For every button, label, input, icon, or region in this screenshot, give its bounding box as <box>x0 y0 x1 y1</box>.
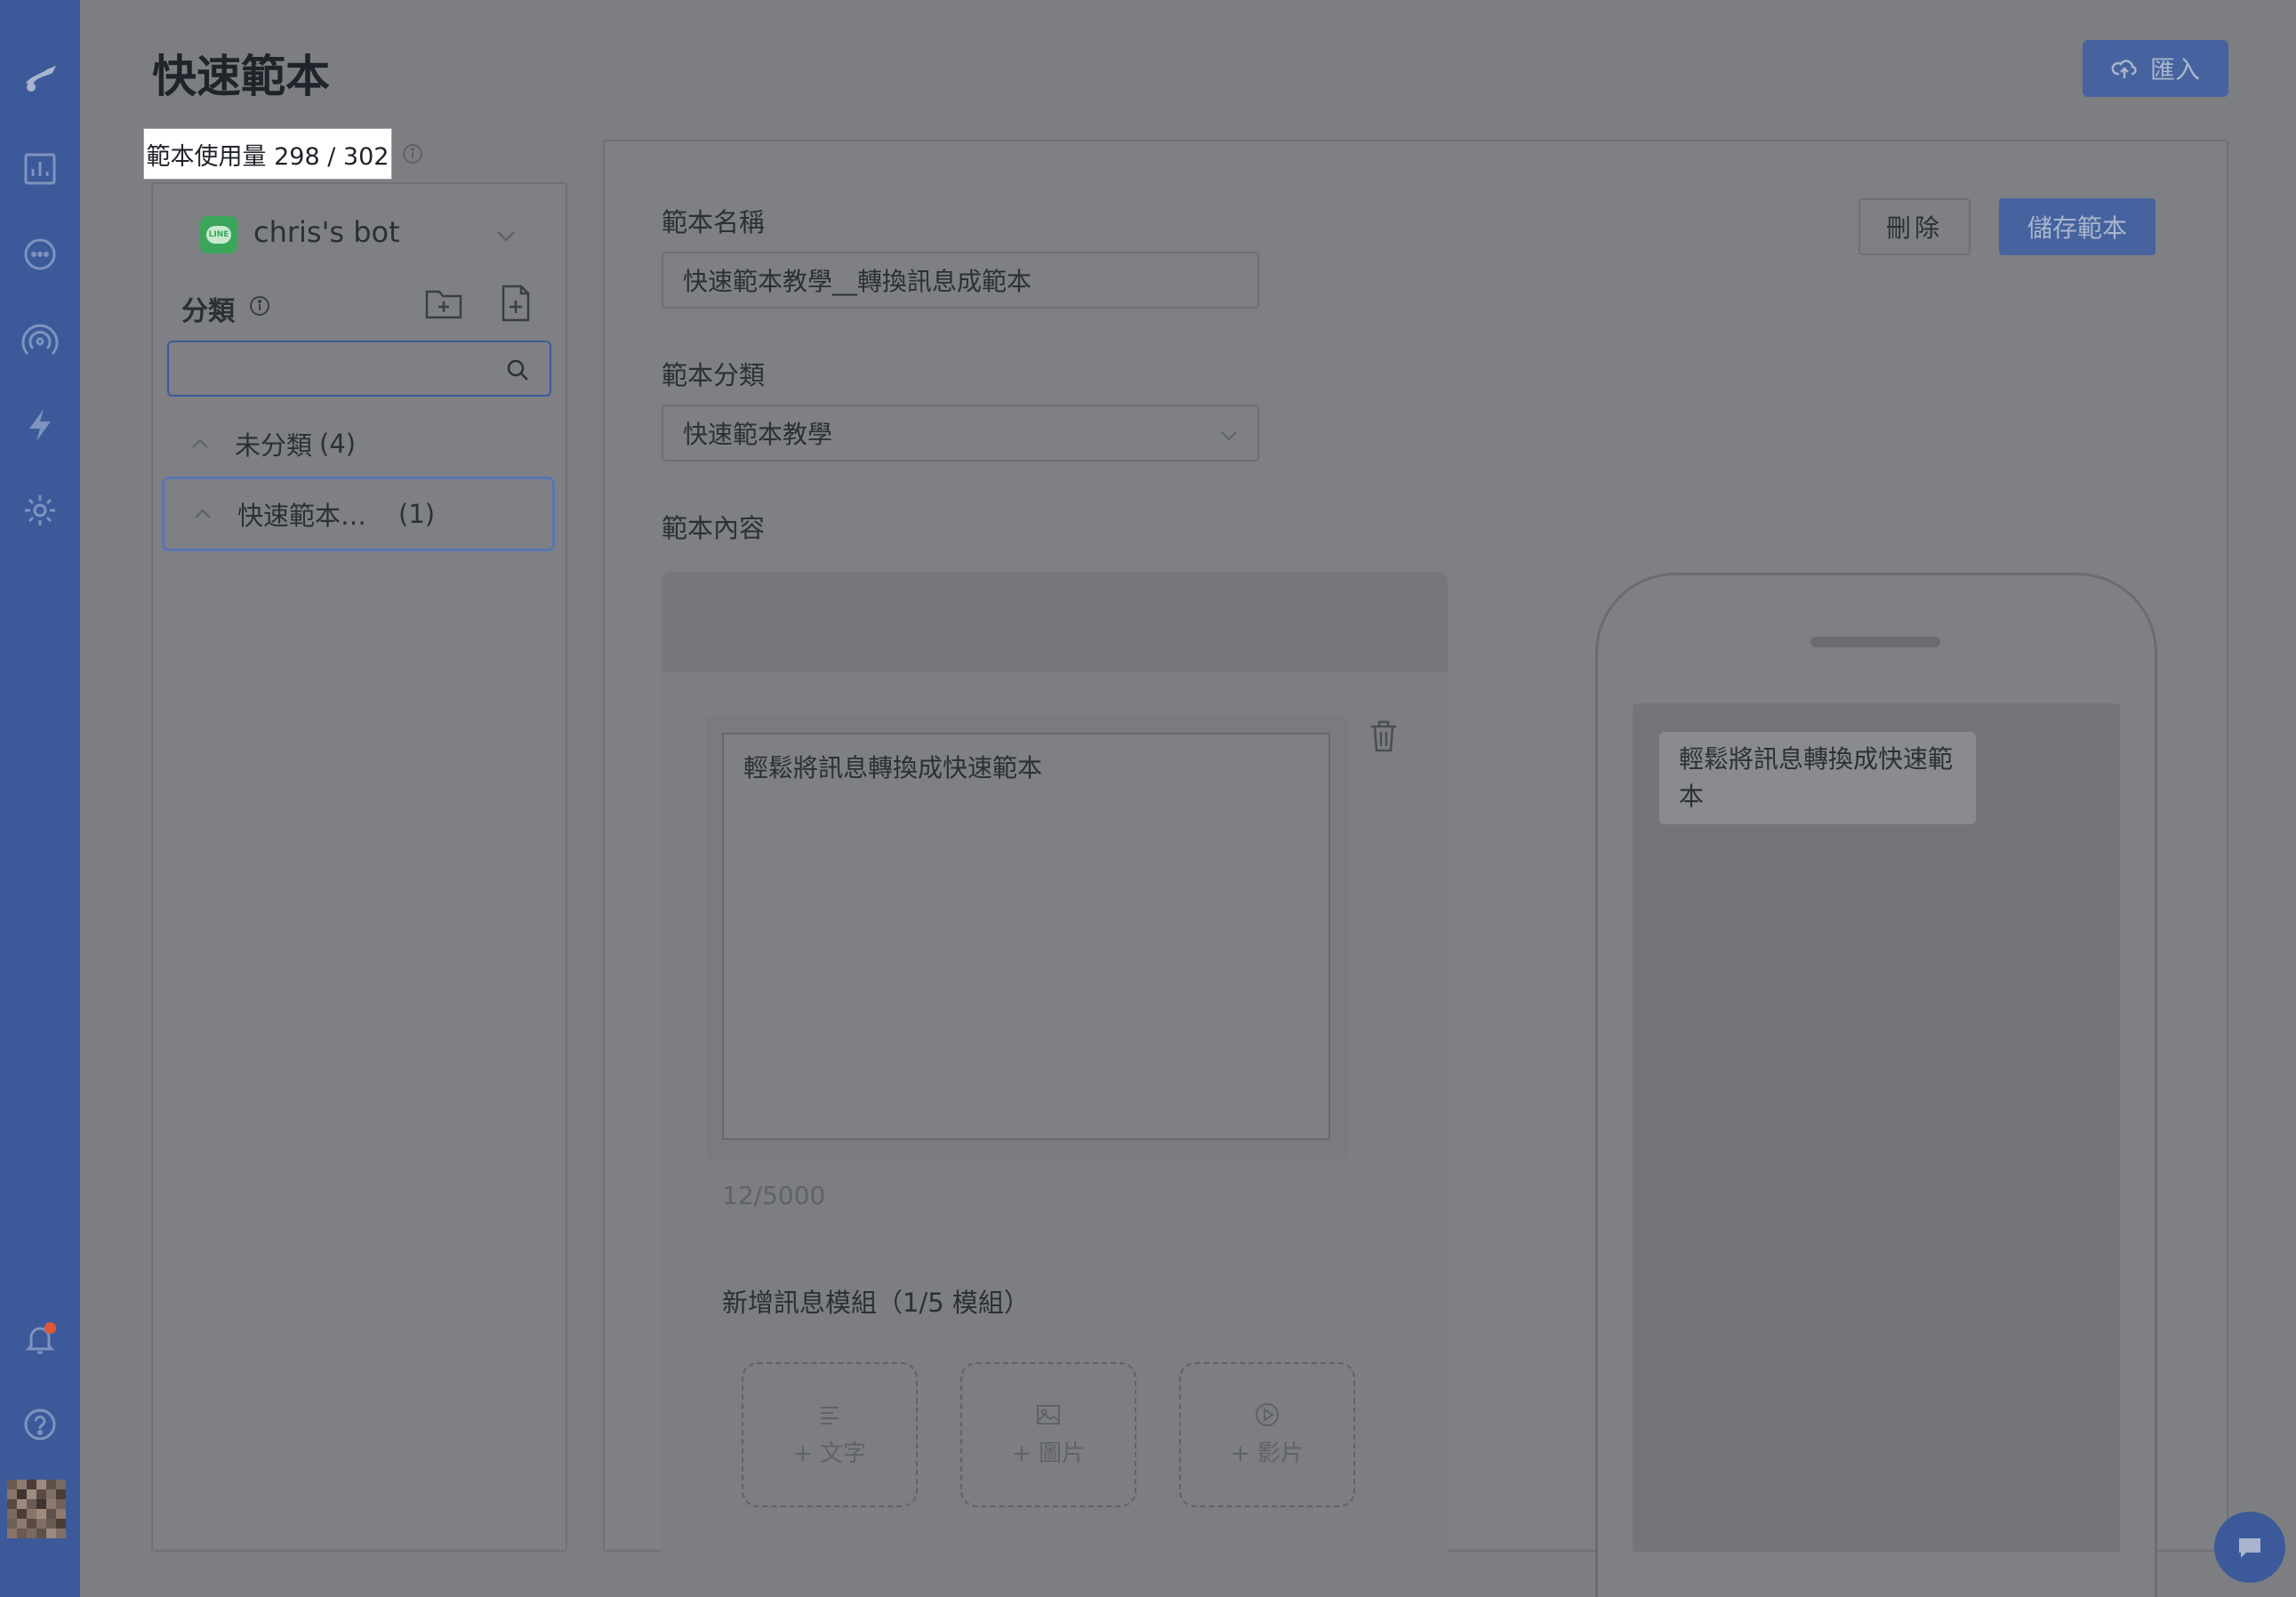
settings-icon[interactable] <box>15 486 65 535</box>
category-label: 分類 <box>181 296 235 327</box>
add-module-label: 新增訊息模組（1/5 模組） <box>722 1288 1030 1318</box>
chevron-up-icon[interactable] <box>190 434 210 453</box>
notification-dot <box>44 1322 56 1334</box>
category-item-uncategorized[interactable]: 未分類 (4) <box>162 406 555 481</box>
chat-icon[interactable] <box>15 229 65 279</box>
category-search[interactable] <box>167 341 551 397</box>
delete-button[interactable]: 刪除 <box>1858 198 1971 255</box>
character-counter: 12/5000 <box>722 1181 826 1210</box>
trash-icon[interactable] <box>1368 718 1400 754</box>
category-search-input[interactable] <box>180 351 494 389</box>
message-card-header <box>662 572 1448 671</box>
image-icon <box>1037 1405 1060 1424</box>
category-item-name: 快速範本… <box>237 501 367 531</box>
search-icon[interactable] <box>505 357 530 382</box>
analytics-icon[interactable] <box>15 144 65 194</box>
add-image-module-button[interactable]: + 圖片 <box>960 1362 1136 1507</box>
avatar[interactable] <box>7 1480 66 1538</box>
bot-selector-name[interactable]: chris's bot <box>253 215 400 249</box>
chat-bubble-icon <box>2239 1538 2260 1558</box>
info-icon[interactable] <box>247 293 272 318</box>
add-text-module-button[interactable]: + 文字 <box>742 1362 918 1507</box>
line-logo-icon: LINE <box>200 216 237 253</box>
add-video-module-button[interactable]: + 影片 <box>1179 1362 1355 1507</box>
template-category-select[interactable]: 快速範本教學 <box>662 405 1259 461</box>
template-name-label: 範本名稱 <box>662 207 766 237</box>
phone-screen <box>1633 703 2120 1552</box>
logo-icon[interactable] <box>15 52 65 101</box>
import-button[interactable]: 匯入 <box>2083 40 2228 97</box>
automation-icon[interactable] <box>15 400 65 450</box>
chevron-down-icon[interactable] <box>494 224 518 247</box>
template-category-value: 快速範本教學 <box>683 420 833 449</box>
video-icon <box>1256 1403 1279 1426</box>
cloud-upload-icon <box>2111 60 2137 78</box>
category-item-name: 未分類 <box>235 430 313 461</box>
phone-speaker <box>1810 637 1940 647</box>
template-name-input[interactable]: 快速範本教學__轉換訊息成範本 <box>662 252 1259 309</box>
broadcast-icon[interactable] <box>15 315 65 365</box>
add-video-label: + 影片 <box>1230 1441 1305 1467</box>
template-category-label: 範本分類 <box>662 360 766 390</box>
message-textarea[interactable]: 輕鬆將訊息轉換成快速範本 <box>722 733 1330 1140</box>
category-item-quick-template[interactable]: 快速範本… (1) <box>162 477 555 551</box>
line-badge: LINE <box>206 226 231 244</box>
category-item-count: (4) <box>319 429 357 459</box>
template-usage-label: 範本使用量 298 / 302 <box>143 128 392 180</box>
text-icon <box>821 1407 839 1424</box>
chevron-up-icon[interactable] <box>193 504 213 524</box>
add-folder-icon[interactable] <box>423 285 464 322</box>
chevron-down-icon[interactable] <box>1218 425 1240 446</box>
support-chat-button[interactable] <box>2214 1512 2285 1583</box>
info-icon[interactable] <box>400 141 425 166</box>
notification-icon[interactable] <box>15 1314 65 1364</box>
category-item-count: (1) <box>398 499 436 529</box>
template-content-label: 範本內容 <box>662 513 766 543</box>
add-file-icon[interactable] <box>498 283 534 324</box>
import-button-label: 匯入 <box>2149 55 2200 84</box>
add-image-label: + 圖片 <box>1011 1441 1086 1467</box>
add-text-label: + 文字 <box>792 1441 867 1467</box>
help-icon[interactable] <box>15 1400 65 1449</box>
save-template-button[interactable]: 儲存範本 <box>1999 198 2156 255</box>
preview-message-bubble: 輕鬆將訊息轉換成快速範本 <box>1659 732 1976 824</box>
page-title: 快速範本 <box>152 51 330 102</box>
